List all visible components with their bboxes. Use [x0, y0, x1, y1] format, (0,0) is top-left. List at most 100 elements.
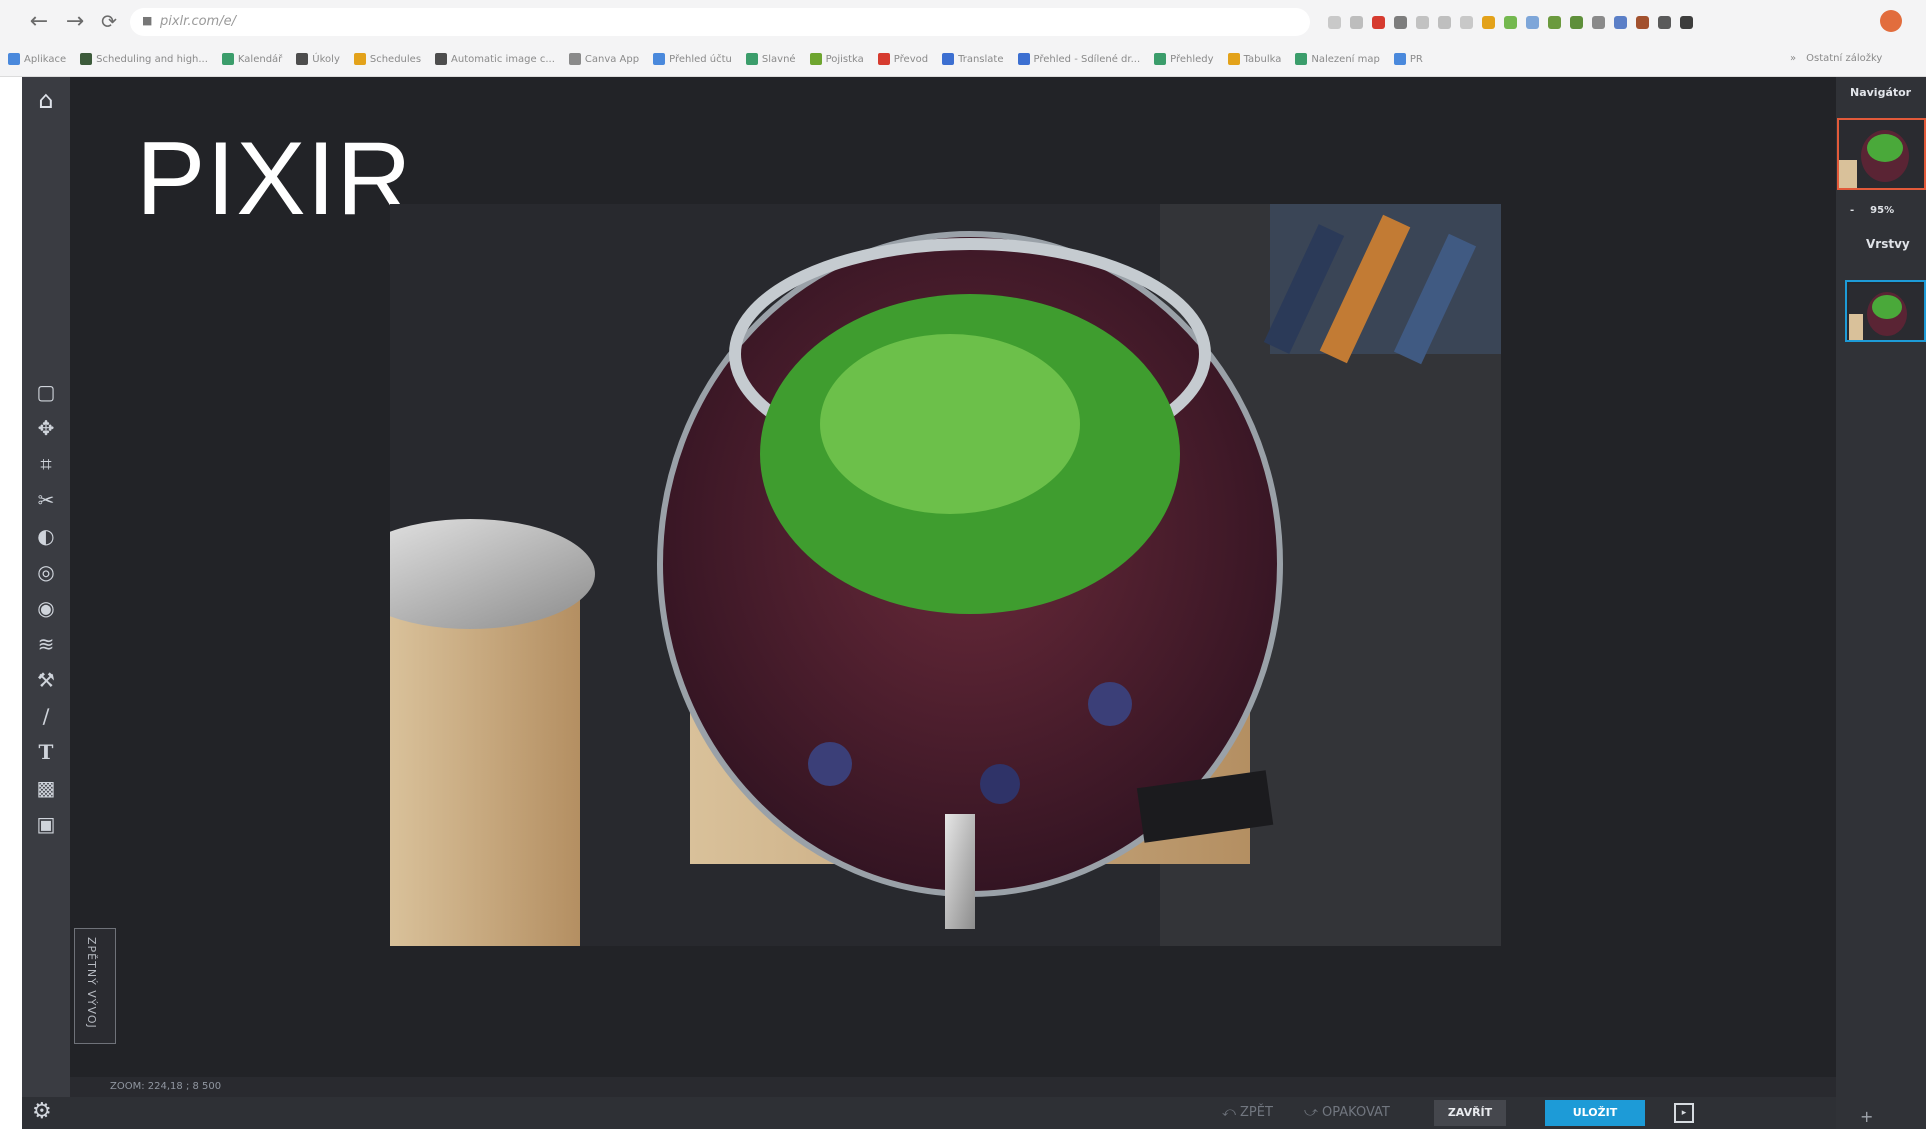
back-arrow-icon[interactable]: ←: [26, 9, 52, 35]
bookmarks-more-icon[interactable]: »: [1790, 53, 1796, 64]
bookmark-item[interactable]: Přehled - Sdílené dr...: [1017, 53, 1141, 65]
extension-icon[interactable]: [1482, 16, 1495, 29]
retouch-icon[interactable]: ⚒: [30, 665, 62, 695]
extension-icon[interactable]: [1636, 16, 1649, 29]
adjust-icon[interactable]: ◐: [30, 521, 62, 551]
bookmark-label: Nalezení map: [1311, 53, 1380, 65]
cutout-icon[interactable]: ✂: [30, 485, 62, 515]
bookmark-item[interactable]: Pojistka: [809, 53, 864, 65]
bookmark-favicon-icon: [353, 53, 366, 65]
bookmark-favicon-icon: [877, 53, 890, 65]
bookmark-label: Schedules: [369, 53, 422, 65]
filter-icon[interactable]: ◎: [30, 557, 62, 587]
bookmark-item[interactable]: Přehled účtu: [653, 53, 732, 65]
thumb-mint: [1867, 134, 1903, 162]
extension-icon[interactable]: [1570, 16, 1583, 29]
bookmark-favicon-icon: [653, 53, 666, 65]
image-icon[interactable]: ▣: [30, 809, 62, 839]
browser-address-bar: ← → ⟳ ■ pixlr.com/e/: [0, 0, 1926, 46]
bookmark-item[interactable]: Úkoly: [296, 53, 340, 65]
save-button[interactable]: ULOŽIT: [1545, 1100, 1645, 1126]
photo-blueberry-1: [808, 742, 852, 786]
canvas-photo[interactable]: [390, 204, 1501, 946]
extension-icon[interactable]: [1460, 16, 1473, 29]
bookmark-item[interactable]: Přehledy: [1154, 53, 1214, 65]
arrange-icon[interactable]: ▢: [30, 377, 62, 407]
bookmark-item[interactable]: Scheduling and high...: [80, 53, 208, 65]
bookmark-favicon-icon: [745, 53, 758, 65]
bookmark-label: Přehled - Sdílené dr...: [1033, 53, 1141, 65]
bookmark-item[interactable]: Aplikace: [8, 53, 66, 65]
right-panel: Navigátor - 95% Vrstvy +: [1836, 77, 1926, 1129]
element-icon[interactable]: ▩: [30, 773, 62, 803]
bookmark-item[interactable]: Kalendář: [221, 53, 282, 65]
bookmark-item[interactable]: Automatic image c...: [435, 53, 555, 65]
bookmark-favicon-icon: [1017, 53, 1030, 65]
extension-icon[interactable]: [1592, 16, 1605, 29]
photo-blueberry-2: [980, 764, 1020, 804]
bookmark-item[interactable]: Canva App: [568, 53, 639, 65]
bookmark-label: Automatic image c...: [451, 53, 555, 65]
extension-icon[interactable]: [1372, 16, 1385, 29]
navigator-preview: [1839, 120, 1924, 188]
home-icon[interactable]: ⌂: [22, 85, 70, 115]
extension-icon[interactable]: [1504, 16, 1517, 29]
zoom-out-button[interactable]: -: [1850, 205, 1854, 216]
extension-icon[interactable]: [1548, 16, 1561, 29]
bookmark-item[interactable]: Slavné: [745, 53, 796, 65]
crop-icon[interactable]: ⌗: [30, 449, 62, 479]
bookmark-label: Přehledy: [1170, 53, 1214, 65]
bookmark-label: Převod: [893, 53, 929, 65]
extension-icon[interactable]: [1526, 16, 1539, 29]
move-icon[interactable]: ✥: [30, 413, 62, 443]
extension-icon[interactable]: [1350, 16, 1363, 29]
bookmark-favicon-icon: [1393, 53, 1406, 65]
bookmark-item[interactable]: Převod: [877, 53, 929, 65]
navigator-thumbnail[interactable]: [1837, 118, 1926, 190]
history-tab-label: ZPĚTNÝ VÝVOJ: [85, 937, 98, 1029]
bookmark-favicon-icon: [1154, 53, 1167, 65]
bookmark-item[interactable]: Translate: [942, 53, 1004, 65]
zoom-controls: - 95%: [1850, 205, 1894, 216]
forward-arrow-icon[interactable]: →: [62, 9, 88, 35]
bookmark-item[interactable]: Tabulka: [1227, 53, 1282, 65]
bookmark-favicon-icon: [568, 53, 581, 65]
bookmark-favicon-icon: [296, 53, 309, 65]
extension-icon[interactable]: [1614, 16, 1627, 29]
fit-screen-icon[interactable]: ▸: [1674, 1103, 1694, 1123]
layer-thumb-mint: [1872, 295, 1902, 319]
bookmark-item[interactable]: Schedules: [353, 53, 422, 65]
profile-avatar[interactable]: [1880, 10, 1902, 32]
bookmark-item[interactable]: PR: [1393, 53, 1423, 65]
url-field[interactable]: ■ pixlr.com/e/: [130, 8, 1310, 36]
gear-icon[interactable]: ⚙: [32, 1099, 52, 1124]
bookmark-label: Úkoly: [312, 53, 340, 65]
bookmark-favicon-icon: [942, 53, 955, 65]
layer-item[interactable]: [1845, 280, 1926, 342]
extension-icon[interactable]: [1416, 16, 1429, 29]
bookmark-favicon-icon: [8, 53, 20, 65]
pattern-icon[interactable]: ≋: [30, 629, 62, 659]
redo-button[interactable]: ⤻ OPAKOVAT: [1304, 1105, 1390, 1120]
extension-icon[interactable]: [1680, 16, 1693, 29]
undo-button[interactable]: ⤺ ZPĚT: [1222, 1105, 1273, 1120]
bookmark-label: Tabulka: [1243, 53, 1282, 65]
bookmark-favicon-icon: [1295, 53, 1308, 65]
reload-icon[interactable]: ⟳: [96, 9, 122, 35]
extension-icon[interactable]: [1658, 16, 1671, 29]
add-layer-button[interactable]: +: [1860, 1107, 1873, 1126]
other-bookmarks[interactable]: Ostatní záložky: [1806, 53, 1882, 64]
bookmark-item[interactable]: Nalezení map: [1295, 53, 1380, 65]
liquify-icon[interactable]: ◉: [30, 593, 62, 623]
bookmark-label: Pojistka: [825, 53, 864, 65]
bookmarks-right: » Ostatní záložky: [1790, 53, 1882, 64]
history-tab[interactable]: ZPĚTNÝ VÝVOJ: [74, 928, 116, 1044]
draw-icon[interactable]: ∕: [30, 701, 62, 731]
close-button[interactable]: ZAVŘÍT: [1434, 1100, 1506, 1126]
extension-icon[interactable]: [1394, 16, 1407, 29]
text-icon[interactable]: T: [30, 737, 62, 767]
bookmark-label: PR: [1409, 53, 1423, 65]
extension-icon[interactable]: [1328, 16, 1341, 29]
bookmark-label: Aplikace: [24, 53, 67, 65]
extension-icon[interactable]: [1438, 16, 1451, 29]
